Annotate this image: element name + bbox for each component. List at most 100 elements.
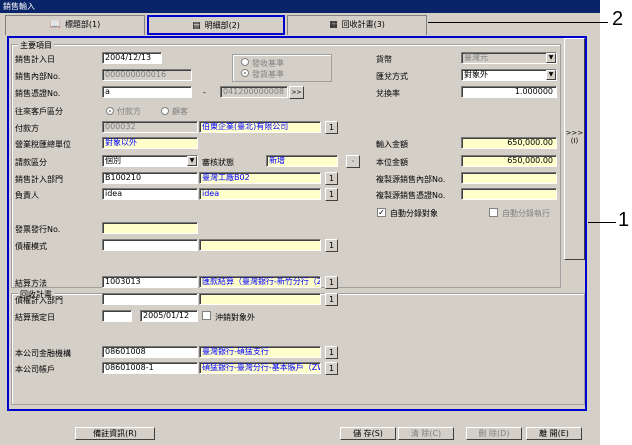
basis-radio-receipt[interactable] [241, 58, 249, 66]
account-code-field[interactable]: 08601008-1 [102, 362, 198, 374]
copy-internal-label: 複製源銷售內部No. [376, 175, 446, 184]
exchange-label: 匯兌方式 [376, 72, 408, 81]
tab-detail[interactable]: ▤ 明細部(2) [147, 15, 285, 35]
person-label: 負責人 [15, 191, 39, 200]
currency-value: 臺灣元 [464, 53, 488, 62]
account-lookup-button[interactable]: 1 [325, 362, 338, 375]
copy-voucher-label: 複製源銷售憑證No. [376, 191, 446, 200]
rate-field[interactable]: 1.000000 [461, 86, 557, 98]
auto-split-exec-label: 自動分錄執行 [502, 209, 550, 218]
exchange-select[interactable]: 對象外 ▼ [461, 69, 557, 81]
credit-label: 債權模式 [15, 242, 47, 251]
method-lookup-button[interactable]: 1 [325, 276, 338, 289]
delete-button[interactable]: 刪 除(D) [466, 427, 522, 440]
bank-name-field: 臺灣銀行-碩猛支行 [199, 346, 321, 358]
credit-dept-code-field[interactable] [102, 293, 198, 305]
auto-split-exec-checkbox[interactable] [489, 208, 498, 217]
close-button[interactable]: 離 開(E) [526, 427, 582, 440]
voucher-no-field[interactable]: a [102, 86, 192, 98]
tab-detail-label: 明細部(2) [204, 21, 240, 30]
account-label: 本公司帳戶 [15, 365, 55, 374]
memo-button[interactable]: 備註資訊(R) [75, 427, 155, 440]
partner-radio-payer[interactable] [106, 107, 114, 115]
payer-code-field: 000032 [102, 121, 198, 133]
partner-customer-label: 顧客 [172, 107, 188, 116]
dept-name-field: 臺灣工廠B02 [199, 172, 321, 184]
tab-collection-label: 回收計畫(3) [341, 20, 385, 29]
currency-label: 貨幣 [376, 55, 392, 64]
partner-payer-label: 付款方 [117, 107, 141, 116]
method-name-field: 匯款結算（臺灣銀行-新竹分行（ZWD） [199, 276, 321, 288]
callout-1: 1 [618, 209, 630, 231]
dept-code-field[interactable]: B100210 [102, 172, 198, 184]
sales-date-field[interactable]: 2004/12/13 [102, 52, 162, 64]
save-button[interactable]: 儲 存(S) [340, 427, 396, 440]
main-group-title: 主要項目 [18, 40, 54, 51]
partner-type-label: 往來客戶區分 [15, 107, 63, 116]
credit-name-field [199, 239, 321, 251]
calendar-icon: ▦ [329, 20, 338, 30]
request-type-label: 請款區分 [15, 158, 47, 167]
currency-select[interactable]: 臺灣元 ▼ [461, 52, 557, 64]
approval-label: 審核狀態 [202, 158, 234, 167]
document-icon: ▤ [192, 21, 201, 31]
voucher-no-label: 銷售憑證No. [15, 89, 61, 98]
person-code-field[interactable]: idea [102, 188, 198, 200]
due-days-field[interactable] [102, 310, 132, 322]
auto-split-checkbox[interactable]: ✓ [377, 208, 386, 217]
credit-lookup-button[interactable]: 1 [325, 239, 338, 252]
payer-label: 付款方 [15, 124, 39, 133]
bank-label: 本公司金融機構 [15, 349, 71, 358]
copy-voucher-field [461, 188, 557, 200]
dept-label: 銷售計入部門 [15, 175, 63, 184]
person-lookup-button[interactable]: 1 [325, 188, 338, 201]
rate-label: 兌換率 [376, 89, 400, 98]
input-amount-label: 輸入金額 [376, 140, 408, 149]
bank-code-field[interactable]: 08601008 [102, 346, 198, 358]
request-type-select[interactable]: 個別 ▼ [102, 155, 198, 167]
method-label: 結算方法 [15, 279, 47, 288]
basis-receipt-label: 發收基準 [252, 59, 284, 68]
credit-code-field[interactable] [102, 239, 198, 251]
callout-line-1 [588, 222, 616, 223]
basis-radio-delivery[interactable] [241, 69, 249, 77]
exchange-value: 對象外 [464, 70, 488, 79]
bank-lookup-button[interactable]: 1 [325, 346, 338, 359]
window-title: 銷售輸入 [3, 2, 35, 11]
tab-header[interactable]: 📖 標題部(1) [5, 15, 145, 35]
callout-line-2 [428, 22, 608, 23]
tax-unit-field: 對象以外 [102, 137, 198, 149]
dept-lookup-button[interactable]: 1 [325, 172, 338, 185]
offset-checkbox[interactable] [202, 311, 211, 320]
tax-unit-label: 營業稅匯總單位 [15, 140, 71, 149]
payer-lookup-button[interactable]: 1 [325, 121, 338, 134]
voucher-lookup-button[interactable]: >> [289, 86, 304, 99]
input-amount-field: 650,000.00 [461, 137, 557, 149]
approval-field: 新增 [266, 155, 338, 167]
partner-radio-customer[interactable] [161, 107, 169, 115]
offset-label: 沖銷對象外 [215, 313, 255, 322]
window-title-bar: 銷售輸入 [0, 0, 600, 13]
callout-2: 2 [612, 8, 624, 30]
tab-collection[interactable]: ▦ 回收計畫(3) [287, 15, 427, 35]
chevron-down-icon: ▼ [546, 53, 556, 63]
side-expand-label: >>> (I) [565, 129, 584, 145]
copy-internal-field [461, 172, 557, 184]
payer-name-field: 伯東企業(臺北)有限公司 [199, 121, 321, 133]
due-label: 結算預定日 [15, 313, 55, 322]
invoice-no-label: 發票發行No. [15, 225, 61, 234]
tab-header-label: 標題部(1) [64, 20, 101, 29]
voucher-dash: - [203, 88, 206, 97]
side-expand-button[interactable]: >>> (I) [564, 38, 585, 260]
voucher-no-suffix-field: 041200000008 [220, 86, 288, 98]
chevron-down-icon: ▼ [187, 156, 197, 166]
clear-button[interactable]: 清 除(C) [398, 427, 454, 440]
sales-date-label: 銷售計入日 [15, 55, 55, 64]
credit-dept-name-field [199, 293, 321, 305]
local-amount-field: 650,000.00 [461, 155, 557, 167]
approval-button[interactable]: · [346, 155, 360, 168]
invoice-no-field [102, 222, 198, 234]
credit-dept-lookup-button[interactable]: 1 [325, 293, 338, 306]
method-code-field[interactable]: 1003013 [102, 276, 198, 288]
due-date-field[interactable]: 2005/01/12 [140, 310, 198, 322]
